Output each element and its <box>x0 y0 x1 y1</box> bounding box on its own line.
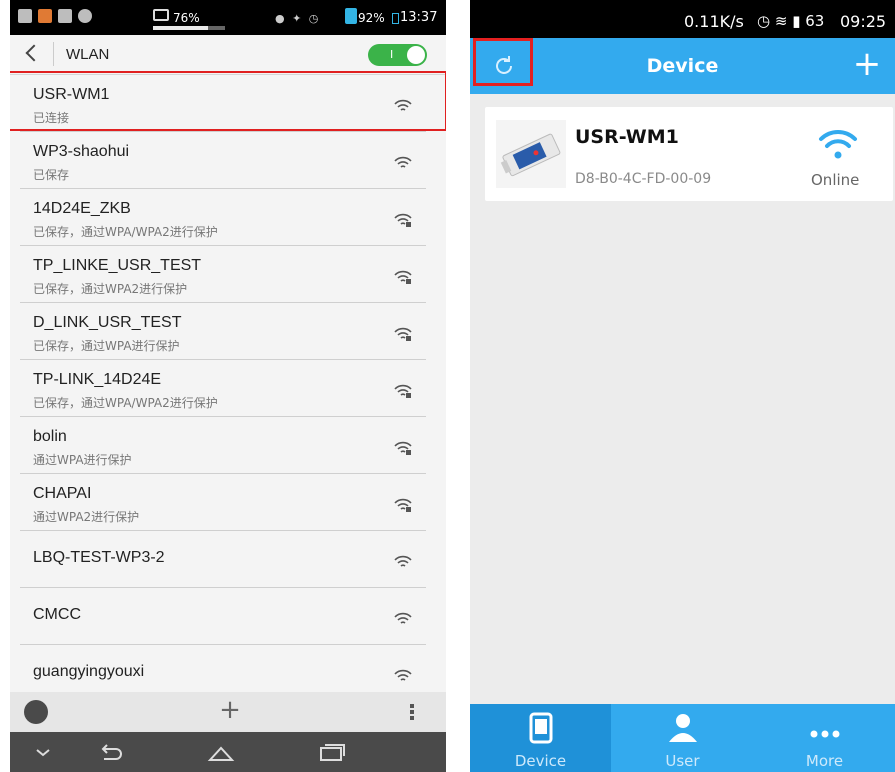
network-status: 已保存，通过WPA/WPA2进行保护 <box>33 396 218 410</box>
wifi-icon <box>394 155 412 175</box>
network-ssid: TP-LINK_14D24E <box>33 371 162 388</box>
network-speed: 0.11K/s <box>684 12 744 31</box>
wifi-network-item[interactable]: CHAPAI 通过WPA2进行保护 <box>20 474 426 531</box>
wifi-network-item[interactable]: TP_LINKE_USR_TEST 已保存，通过WPA2进行保护 <box>20 246 426 303</box>
wifi-network-item[interactable]: TP-LINK_14D24E 已保存，通过WPA/WPA2进行保护 <box>20 360 426 417</box>
hide-keyboard-icon[interactable] <box>28 740 58 764</box>
tablet-icon <box>529 712 553 744</box>
status-bar: 0.11K/s ◷ ≋ ▮ 63 09:25 <box>470 0 895 38</box>
device-card[interactable]: USR-WM1 D8-B0-4C-FD-00-09 Online <box>485 107 893 201</box>
app-header: Device + <box>470 38 895 94</box>
wifi-network-item[interactable]: bolin 通过WPA进行保护 <box>20 417 426 474</box>
add-network-button[interactable]: + <box>216 696 244 724</box>
back-nav-icon[interactable] <box>94 740 124 764</box>
page-title: Device <box>646 55 719 77</box>
app-logo-icon[interactable] <box>24 700 48 724</box>
network-ssid: guangyingyouxi <box>33 663 145 680</box>
action-bar: WLAN I <box>10 35 446 75</box>
tab-label: Device <box>514 752 567 770</box>
system-navigation-bar <box>10 732 446 772</box>
network-status: 已保存，通过WPA2进行保护 <box>33 282 188 296</box>
tab-device[interactable]: Device <box>470 704 611 772</box>
download-notification-icon <box>38 9 52 23</box>
wifi-lock-icon <box>394 497 412 517</box>
app-notification-icon <box>78 9 92 23</box>
system-tray-icons: ● ✦ ◷ <box>275 12 321 25</box>
page-title: WLAN <box>66 46 110 63</box>
network-ssid: LBQ-TEST-WP3-2 <box>33 549 165 566</box>
device-mac: D8-B0-4C-FD-00-09 <box>575 171 712 187</box>
gallery-notification-icon <box>18 9 32 23</box>
wifi-network-item[interactable]: WP3-shaohui 已保存 <box>20 132 426 189</box>
network-ssid: CMCC <box>33 606 81 623</box>
device-status: Online <box>811 171 860 189</box>
usb-icon <box>153 9 169 21</box>
wifi-network-item[interactable]: 14D24E_ZKB 已保存，通过WPA/WPA2进行保护 <box>20 189 426 246</box>
system-tray-icons: ◷ ≋ ▮ 63 <box>757 12 825 30</box>
network-ssid: TP_LINKE_USR_TEST <box>33 257 202 274</box>
network-status: 已保存 <box>33 168 70 182</box>
usb-transfer-percent: 76% <box>173 11 200 25</box>
wifi-lock-icon <box>394 326 412 346</box>
wifi-network-item[interactable]: USR-WM1 已连接 <box>10 71 446 132</box>
wifi-icon <box>394 554 412 574</box>
more-dots-icon <box>810 730 840 738</box>
wifi-icon <box>394 611 412 631</box>
network-ssid: bolin <box>33 428 67 445</box>
bottom-tab-bar: Device User More <box>470 704 895 772</box>
bottom-bar: + <box>10 692 446 732</box>
back-button[interactable] <box>20 41 46 67</box>
toggle-knob <box>407 46 425 64</box>
recent-apps-icon[interactable] <box>317 740 347 764</box>
status-bar: 76% ● ✦ ◷ 92% 13:37 <box>10 0 446 35</box>
device-thumbnail <box>496 120 566 188</box>
signal-icon <box>345 8 357 24</box>
tab-more[interactable]: More <box>754 704 895 772</box>
tab-label: More <box>805 752 844 770</box>
device-name: USR-WM1 <box>575 126 679 148</box>
clock: 13:37 <box>400 10 438 25</box>
wifi-network-item[interactable]: CMCC <box>20 588 426 645</box>
usb-transfer-progress <box>153 26 225 30</box>
wlan-settings-screen: 76% ● ✦ ◷ 92% 13:37 WLAN I USR-WM1 已连接 WP3… <box>10 0 446 772</box>
tab-user[interactable]: User <box>612 704 753 772</box>
wifi-lock-icon <box>394 440 412 460</box>
network-status: 通过WPA2进行保护 <box>33 510 140 524</box>
network-ssid: D_LINK_USR_TEST <box>33 314 182 331</box>
overflow-menu-icon[interactable] <box>410 704 414 720</box>
battery-percent: 92% <box>358 11 385 25</box>
wifi-network-item[interactable]: D_LINK_USR_TEST 已保存，通过WPA进行保护 <box>20 303 426 360</box>
user-icon <box>669 714 697 742</box>
clock: 09:25 <box>840 12 887 31</box>
message-notification-icon <box>58 9 72 23</box>
wifi-lock-icon <box>394 212 412 232</box>
wifi-icon <box>394 668 412 688</box>
network-status: 通过WPA进行保护 <box>33 453 132 467</box>
add-device-button[interactable]: + <box>850 44 884 84</box>
network-ssid: CHAPAI <box>33 485 92 502</box>
network-status: 已保存，通过WPA进行保护 <box>33 339 180 353</box>
network-ssid: 14D24E_ZKB <box>33 200 131 217</box>
wifi-lock-icon <box>394 383 412 403</box>
home-nav-icon[interactable] <box>206 740 236 764</box>
device-app-screen: 0.11K/s ◷ ≋ ▮ 63 09:25 Device + USR-WM1 … <box>470 0 895 772</box>
battery-icon <box>392 13 399 24</box>
toggle-label: I <box>390 48 394 61</box>
highlight-box <box>10 71 446 131</box>
divider <box>53 42 54 66</box>
wifi-lock-icon <box>394 269 412 289</box>
tab-label: User <box>665 752 700 770</box>
wlan-toggle[interactable]: I <box>368 44 427 66</box>
wifi-network-list: USR-WM1 已连接 WP3-shaohui 已保存 14D24E_ZKB 已保存，通过… <box>10 71 446 702</box>
wifi-network-item[interactable]: LBQ-TEST-WP3-2 <box>20 531 426 588</box>
wifi-online-icon <box>819 129 857 159</box>
network-ssid: WP3-shaohui <box>33 143 130 160</box>
network-status: 已保存，通过WPA/WPA2进行保护 <box>33 225 218 239</box>
battery-level: 63 <box>805 12 825 30</box>
